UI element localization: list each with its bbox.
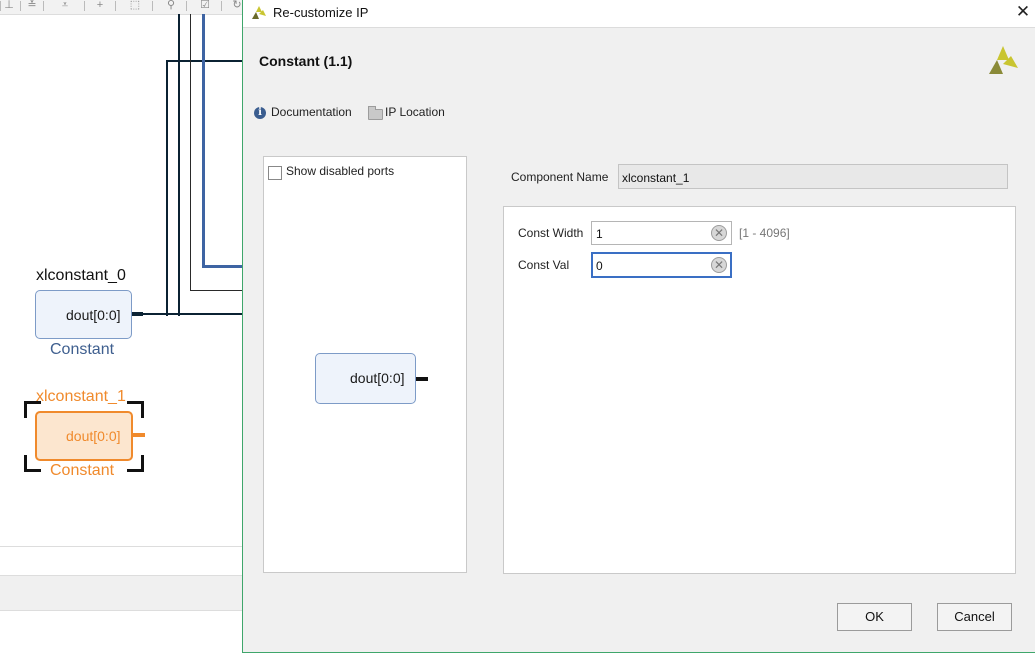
ok-button[interactable]: OK	[837, 603, 912, 631]
toolbar-fit-icon[interactable]: ⊥	[2, 0, 16, 11]
expand-all-icon[interactable]: ⩡	[58, 0, 72, 11]
show-disabled-ports-checkbox[interactable]	[268, 166, 282, 180]
folder-icon	[368, 106, 383, 120]
preview-ip-block: dout[0:0]	[315, 353, 416, 404]
bus-wire[interactable]	[202, 265, 243, 268]
block-type-label: Constant	[50, 462, 115, 479]
net-wire[interactable]	[166, 60, 168, 316]
block-title-xlconstant-1[interactable]: xlconstant_1	[36, 388, 126, 406]
clear-icon[interactable]: ✕	[711, 225, 727, 241]
canvas-scrollbar[interactable]	[0, 546, 243, 561]
toolbar-separator	[152, 1, 153, 11]
validate-icon[interactable]: ☑	[198, 0, 212, 11]
bus-wire[interactable]	[202, 14, 205, 268]
xilinx-ip-logo-icon	[989, 46, 1018, 74]
ip-block-xlconstant-1[interactable]: dout[0:0]	[35, 411, 133, 461]
const-width-input[interactable]: 1 ✕	[591, 221, 732, 245]
parameters-panel: Const Width 1 ✕ [1 - 4096] Const Val 0 ✕	[503, 206, 1016, 574]
component-name-value: xlconstant_1	[622, 171, 690, 185]
bottom-panel-header	[0, 575, 243, 611]
port-label: dout[0:0]	[350, 370, 405, 386]
clear-icon[interactable]: ✕	[711, 257, 727, 273]
toolbar-separator	[115, 1, 116, 11]
const-width-label: Const Width	[518, 226, 584, 240]
ip-symbol-preview: Show disabled ports dout[0:0]	[263, 156, 467, 573]
component-name-field[interactable]: xlconstant_1	[618, 164, 1008, 189]
close-button[interactable]: ✕	[1015, 3, 1031, 21]
const-val-label: Const Val	[518, 258, 570, 272]
port-pin[interactable]	[133, 433, 145, 437]
toolbar-separator	[20, 1, 21, 11]
port-pin	[416, 377, 428, 381]
documentation-link[interactable]: Documentation	[271, 105, 352, 119]
net-wire[interactable]	[190, 14, 191, 291]
block-design-canvas[interactable]: ⊥ ≚ ⩡ + ⬚ ⚲ ☑ ↻ xlconstant_0 dout[0:0] C…	[0, 0, 243, 657]
toolbar-separator	[0, 1, 1, 11]
net-wire[interactable]	[178, 14, 180, 316]
cancel-button[interactable]: Cancel	[937, 603, 1012, 631]
port-pin[interactable]	[132, 312, 143, 316]
net-wire[interactable]	[142, 313, 243, 315]
canvas-toolbar: ⊥ ≚ ⩡ + ⬚ ⚲ ☑ ↻	[0, 0, 243, 15]
const-val-value: 0	[596, 259, 603, 273]
dialog-titlebar[interactable]: Re-customize IP ✕	[243, 0, 1035, 28]
toolbar-separator	[221, 1, 222, 11]
dialog-title: Re-customize IP	[273, 5, 369, 20]
vivado-logo-icon	[252, 6, 266, 19]
component-name-label: Component Name	[511, 170, 609, 184]
const-width-range: [1 - 4096]	[739, 226, 790, 240]
block-type-label: Constant	[50, 341, 115, 358]
recustomize-ip-dialog: Re-customize IP ✕ Constant (1.1) i Docum…	[242, 0, 1035, 653]
ip-location-link[interactable]: IP Location	[385, 105, 445, 119]
toolbar-separator	[84, 1, 85, 11]
const-val-input[interactable]: 0 ✕	[591, 252, 732, 278]
port-label: dout[0:0]	[66, 307, 121, 323]
ip-heading: Constant (1.1)	[259, 53, 353, 69]
block-title-xlconstant-0[interactable]: xlconstant_0	[36, 267, 126, 285]
net-wire[interactable]	[190, 290, 243, 291]
wrench-icon[interactable]: ⚲	[164, 0, 178, 11]
add-ip-icon[interactable]: +	[93, 0, 107, 11]
show-disabled-ports-label[interactable]: Show disabled ports	[286, 164, 394, 178]
port-label: dout[0:0]	[66, 428, 121, 444]
toolbar-separator	[186, 1, 187, 11]
select-area-icon[interactable]: ⬚	[128, 0, 142, 11]
info-icon: i	[254, 107, 266, 119]
collapse-all-icon[interactable]: ≚	[25, 0, 39, 11]
toolbar-separator	[43, 1, 44, 11]
ip-block-xlconstant-0[interactable]: dout[0:0]	[35, 290, 132, 339]
const-width-value: 1	[596, 227, 603, 241]
